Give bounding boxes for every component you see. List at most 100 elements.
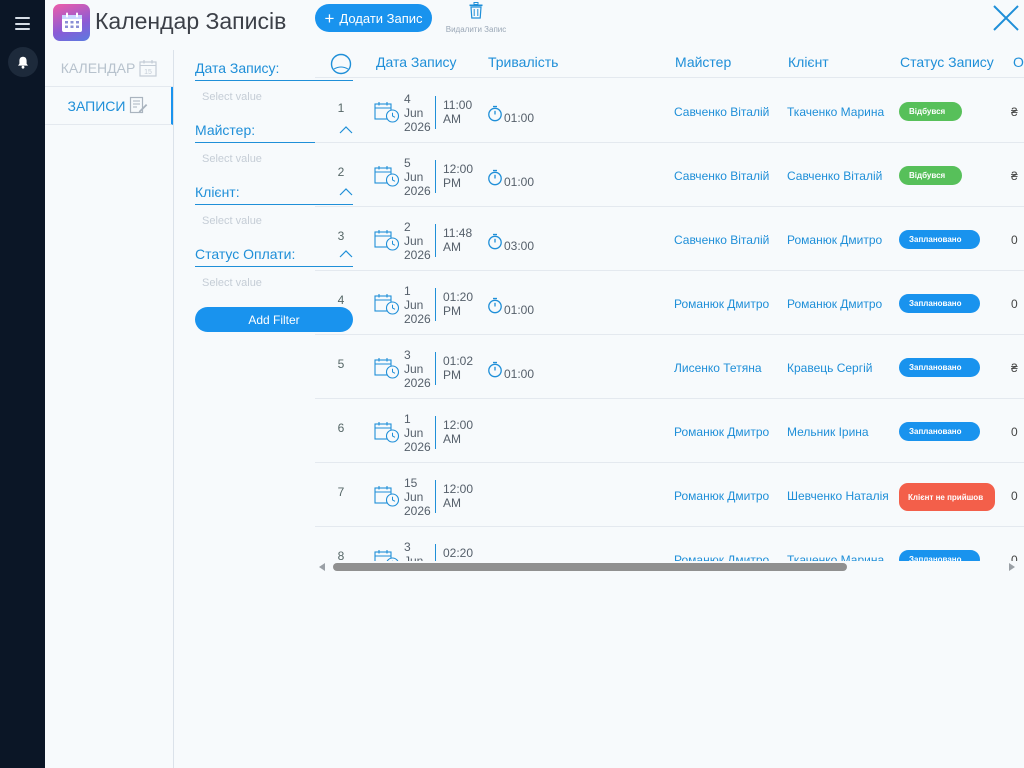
record-time: 11:48 AM — [443, 226, 473, 254]
divider — [435, 224, 436, 257]
calendar-clock-icon — [374, 165, 400, 187]
payment-cell: 0 — [1011, 425, 1018, 439]
stopwatch-icon — [487, 233, 503, 250]
sidebar-item-label: КАЛЕНДАР — [60, 60, 136, 76]
record-client-link[interactable]: Кравець Сергій — [787, 361, 872, 375]
record-master-link[interactable]: Романюк Дмитро — [674, 489, 769, 503]
status-badge: Заплановано — [899, 230, 980, 249]
calendar-clock-icon — [374, 485, 400, 507]
add-record-button[interactable]: + Додати Запис — [315, 4, 432, 32]
record-master-link[interactable]: Лисенко Тетяна — [674, 361, 762, 375]
status-badge: Заплановано — [899, 422, 980, 441]
record-master-link[interactable]: Савченко Віталій — [674, 169, 769, 183]
table-row[interactable]: 6 1 Jun 2026 12:00 AM Романюк Дмитро Мельник… — [315, 399, 1024, 463]
notes-edit-icon — [130, 96, 148, 114]
table-row[interactable]: 4 1 Jun 2026 01:20 PM 01:00 Романюк Дмитро Ро… — [315, 271, 1024, 335]
records-table: Дата Запису Тривалість Майстер Клієнт Ст… — [315, 48, 1024, 561]
left-rail — [0, 0, 45, 768]
divider — [435, 544, 436, 561]
record-duration: 03:00 — [504, 239, 535, 253]
column-header-status[interactable]: Статус Запису — [900, 54, 994, 70]
sidebar-item-records[interactable]: ЗАПИСИ — [45, 87, 173, 125]
notifications-button[interactable] — [8, 47, 38, 77]
table-row[interactable]: 83 Jun 202602:20 PMРоманюк ДмитроТкаченк… — [315, 527, 1024, 561]
column-header-duration[interactable]: Тривалість — [488, 54, 558, 70]
record-time: 12:00 AM — [443, 418, 474, 446]
record-client-link[interactable]: Ткаченко Марина — [787, 105, 884, 119]
record-time: 01:02 PM — [443, 354, 474, 382]
record-client-link[interactable]: Романюк Дмитро — [787, 297, 882, 311]
page-title: Календар Записів — [95, 8, 287, 34]
divider — [435, 352, 436, 385]
calendar-clock-icon — [374, 229, 400, 251]
divider — [435, 480, 436, 513]
calendar-clock-icon — [374, 293, 400, 315]
column-header-client[interactable]: Клієнт — [788, 54, 829, 70]
record-master-link[interactable]: Савченко Віталій — [674, 105, 769, 119]
plus-icon: + — [324, 8, 335, 28]
record-time: 02:20 PM — [443, 546, 474, 561]
record-date: 1 Jun 2026 — [404, 284, 431, 326]
record-client-link[interactable]: Шевченко Наталія — [787, 489, 889, 503]
record-client-link[interactable]: Савченко Віталій — [787, 169, 882, 183]
divider — [435, 160, 436, 193]
calendar-15-icon: 15 — [139, 60, 157, 77]
column-header-payment[interactable]: О — [1013, 54, 1024, 70]
filter-label: Клієнт: — [195, 184, 240, 200]
calendar-clock-icon — [374, 357, 400, 379]
payment-cell: 0 — [1011, 297, 1018, 311]
record-master-link[interactable]: Савченко Віталій — [674, 233, 769, 247]
record-date: 2 Jun 2026 — [404, 220, 431, 262]
row-number: 4 — [337, 293, 345, 307]
record-date: 3 Jun 2026 — [404, 348, 431, 390]
stopwatch-icon — [487, 297, 503, 314]
record-date: 1 Jun 2026 — [404, 412, 431, 454]
close-icon[interactable] — [991, 3, 1021, 33]
row-number: 6 — [337, 421, 345, 435]
column-header-date[interactable]: Дата Запису — [376, 54, 457, 70]
payment-cell: ₴ — [1011, 105, 1018, 119]
divider — [435, 416, 436, 449]
select-all-checkbox[interactable] — [330, 53, 352, 75]
payment-cell: ₴ — [1011, 361, 1018, 375]
status-badge: Відбувся — [899, 166, 962, 185]
record-duration: 01:00 — [504, 303, 535, 317]
row-number: 3 — [337, 229, 345, 243]
header: Календар Записів + Додати Запис Видалити… — [45, 0, 1024, 46]
record-duration: 01:00 — [504, 367, 535, 381]
table-row[interactable]: 3 2 Jun 2026 11:48 AM 03:00 Савченко Віталій… — [315, 207, 1024, 271]
calendar-app-icon — [53, 4, 90, 41]
record-date: 5 Jun 2026 — [404, 156, 431, 198]
row-number: 2 — [337, 165, 345, 179]
record-time: 01:20 PM — [443, 290, 474, 318]
stopwatch-icon — [487, 105, 503, 122]
scrollbar-thumb[interactable] — [333, 563, 847, 571]
delete-record-label: Видалити Запис — [445, 25, 507, 34]
record-client-link[interactable]: Романюк Дмитро — [787, 233, 882, 247]
row-number: 1 — [337, 101, 345, 115]
record-master-link[interactable]: Романюк Дмитро — [674, 425, 769, 439]
table-row[interactable]: 2 5 Jun 2026 12:00 PM 01:00 Савченко Віталій… — [315, 143, 1024, 207]
filter-label: Дата Запису: — [195, 60, 280, 76]
payment-cell: 0 — [1011, 489, 1018, 503]
record-date: 4 Jun 2026 — [404, 92, 431, 134]
status-badge: Відбувся — [899, 102, 962, 121]
divider — [435, 96, 436, 129]
column-header-master[interactable]: Майстер — [675, 54, 731, 70]
status-badge: Клієнт не прийшов — [899, 483, 995, 511]
table-row[interactable]: 1 4 Jun 2026 11:00 AM 01:00 Савченко Віталій… — [315, 79, 1024, 143]
menu-icon[interactable] — [15, 17, 30, 30]
trash-icon — [469, 2, 483, 19]
record-master-link[interactable]: Романюк Дмитро — [674, 297, 769, 311]
sidebar-item-calendar[interactable]: КАЛЕНДАР 15 — [45, 50, 173, 87]
table-row[interactable]: 7 15 Jun 2026 12:00 AM Романюк Дмитро Шевчен… — [315, 463, 1024, 527]
delete-record-button[interactable]: Видалити Запис — [438, 2, 514, 38]
table-row[interactable]: 5 3 Jun 2026 01:02 PM 01:00 Лисенко Тетяна Кр… — [315, 335, 1024, 399]
scroll-left-arrow-icon[interactable] — [319, 563, 325, 571]
horizontal-scrollbar[interactable] — [315, 560, 1024, 574]
record-client-link[interactable]: Мельник Ірина — [787, 425, 869, 439]
sidebar-item-label: ЗАПИСИ — [67, 97, 126, 114]
payment-cell: ₴ — [1011, 169, 1018, 183]
scroll-right-arrow-icon[interactable] — [1009, 563, 1015, 571]
record-time: 12:00 AM — [443, 482, 474, 510]
